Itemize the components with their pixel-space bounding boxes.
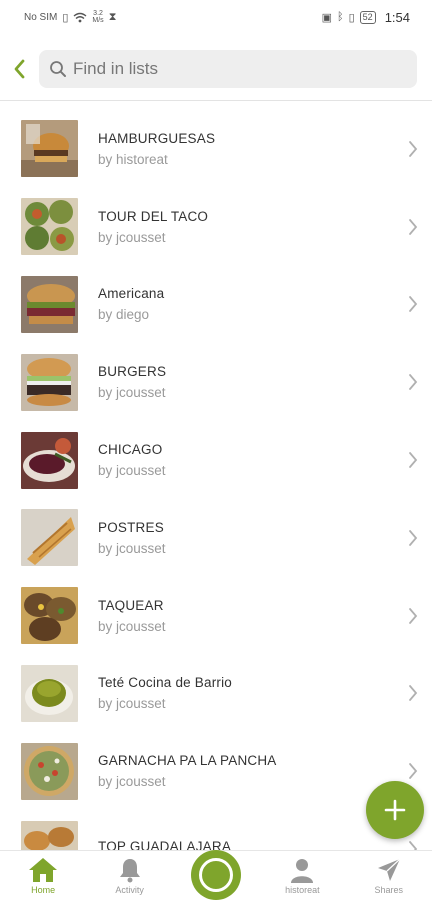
- list-title: HAMBURGUESAS: [98, 130, 216, 146]
- network-speed-value: 3.2: [93, 10, 103, 17]
- list-author: by jcousset: [98, 463, 166, 479]
- chevron-right-icon: [409, 296, 418, 313]
- list-item[interactable]: CHICAGO by jcousset: [0, 421, 432, 499]
- list-author: by historeat: [98, 151, 168, 167]
- list-item[interactable]: BURGERS by jcousset: [0, 343, 432, 421]
- nav-home[interactable]: Home: [3, 857, 83, 895]
- bottom-nav: Home Activity historeat Shares: [0, 849, 432, 900]
- back-button[interactable]: [2, 52, 36, 86]
- sim-icon: ▯: [62, 11, 69, 24]
- list-title: TAQUEAR: [98, 597, 164, 613]
- chevron-right-icon: [409, 218, 418, 235]
- home-icon: [29, 857, 58, 882]
- list-thumbnail: [21, 198, 78, 256]
- list-title: TOP GUADALAJARA: [98, 838, 232, 850]
- nav-activity[interactable]: Activity: [90, 857, 170, 895]
- list-thumbnail: [21, 664, 78, 722]
- chevron-right-icon: [409, 685, 418, 702]
- top-bar: [0, 40, 432, 98]
- chevron-right-icon: [409, 841, 418, 850]
- battery-indicator: 52: [359, 10, 376, 24]
- nav-activity-label: Activity: [115, 884, 144, 895]
- list-title: TOUR DEL TACO: [98, 208, 209, 224]
- list-title: Teté Cocina de Barrio: [98, 675, 233, 691]
- list-author: by jcousset: [98, 618, 166, 634]
- plus-icon: [384, 799, 406, 821]
- bluetooth-icon: ᛒ: [337, 11, 344, 23]
- status-bar: No SIM ▯ 3.2 M/s ⧗ ▣ ᛒ ▯ 52 1:54: [0, 0, 432, 34]
- network-speed: 3.2 M/s: [92, 10, 103, 24]
- list-thumbnail: [21, 587, 78, 645]
- bell-icon: [119, 858, 140, 882]
- list-thumbnail: [21, 431, 78, 489]
- search-input[interactable]: [73, 59, 393, 79]
- lists-container: HAMBURGUESAS by historeat TOUR DEL TACO …: [0, 101, 432, 850]
- ring-icon: [198, 857, 233, 892]
- chevron-right-icon: [409, 607, 418, 624]
- list-title: Americana: [98, 286, 165, 302]
- list-item[interactable]: Americana by diego: [0, 266, 432, 344]
- list-item[interactable]: Teté Cocina de Barrio by jcousset: [0, 655, 432, 733]
- list-author: by jcousset: [98, 696, 166, 712]
- chevron-left-icon: [14, 59, 25, 79]
- clock: 1:54: [384, 9, 410, 25]
- list-thumbnail: [21, 742, 78, 800]
- chevron-right-icon: [409, 763, 418, 780]
- nav-profile-label: historeat: [285, 884, 320, 895]
- list-title: CHICAGO: [98, 442, 163, 458]
- send-icon: [377, 858, 401, 881]
- record-button[interactable]: [190, 849, 241, 900]
- list-item[interactable]: TOUR DEL TACO by jcousset: [0, 188, 432, 266]
- network-speed-unit: M/s: [92, 17, 104, 24]
- list-title: GARNACHA PA LA PANCHA: [98, 753, 277, 769]
- list-item[interactable]: HAMBURGUESAS by historeat: [0, 110, 432, 188]
- list-author: by jcousset: [98, 229, 166, 245]
- list-thumbnail: [21, 120, 78, 178]
- list-item[interactable]: POSTRES by jcousset: [0, 499, 432, 577]
- user-icon: [291, 858, 314, 883]
- list-title: POSTRES: [98, 519, 164, 535]
- list-thumbnail: [21, 353, 78, 411]
- list-item[interactable]: TAQUEAR by jcousset: [0, 577, 432, 655]
- chevron-right-icon: [409, 452, 418, 468]
- list-thumbnail: [21, 509, 78, 567]
- nav-profile[interactable]: historeat: [262, 857, 342, 895]
- list-thumbnail: [21, 275, 78, 333]
- search-box[interactable]: [39, 50, 417, 88]
- nav-center[interactable]: [176, 849, 256, 900]
- vibrate-icon: ▯: [348, 11, 355, 24]
- status-right: ▣ ᛒ ▯ 52 1:54: [322, 10, 410, 25]
- add-list-button[interactable]: [366, 781, 424, 839]
- carrier-label: No SIM: [24, 11, 58, 23]
- chevron-right-icon: [409, 529, 418, 546]
- list-author: by jcousset: [98, 774, 166, 790]
- list-title: BURGERS: [98, 364, 167, 380]
- nav-shares-label: Shares: [374, 884, 404, 895]
- chevron-right-icon: [409, 374, 418, 391]
- status-left: No SIM ▯ 3.2 M/s ⧗: [24, 10, 116, 24]
- nav-shares[interactable]: Shares: [349, 857, 429, 895]
- search-icon: [50, 61, 66, 77]
- wifi-icon: [73, 12, 87, 22]
- hourglass-icon: ⧗: [108, 10, 117, 23]
- list-author: by jcousset: [98, 385, 166, 401]
- nfc-icon: ▣: [321, 11, 332, 24]
- nav-home-label: Home: [31, 884, 56, 895]
- list-author: by diego: [98, 307, 150, 323]
- list-author: by jcousset: [98, 540, 166, 556]
- list-thumbnail: [21, 820, 78, 850]
- chevron-right-icon: [409, 140, 418, 157]
